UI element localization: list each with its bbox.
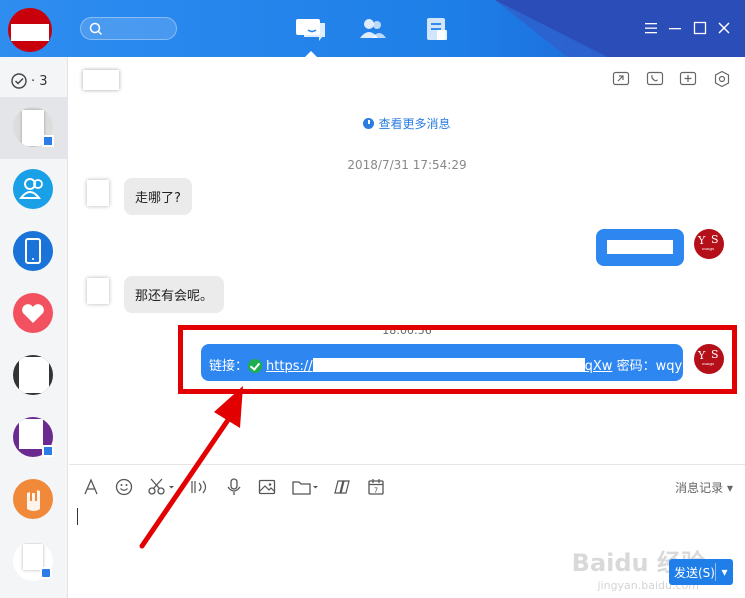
annotation-arrow [139,386,243,549]
